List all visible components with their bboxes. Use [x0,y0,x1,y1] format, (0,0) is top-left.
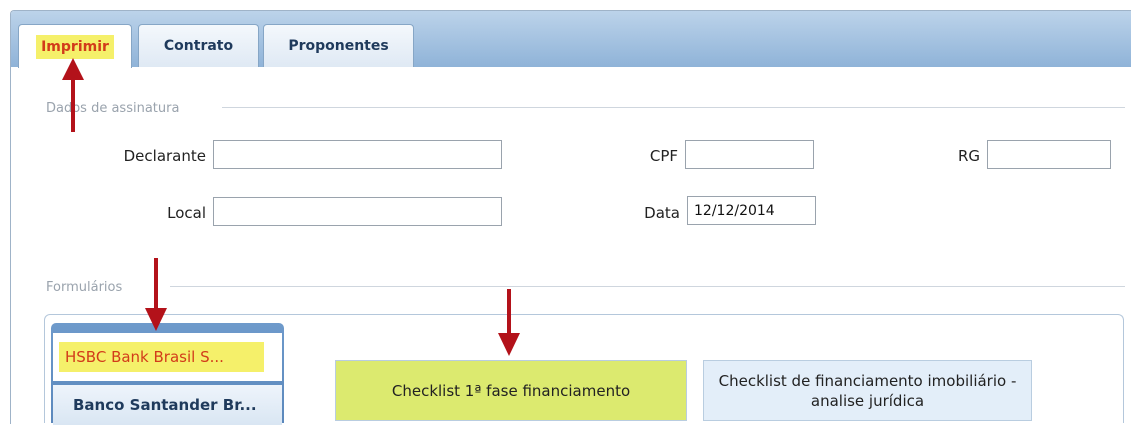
signature-legend-line [222,107,1125,108]
bank-tab-hsbc-label: HSBC Bank Brasil S... [59,342,264,372]
arrow-down-icon [498,289,520,356]
arrow-up-icon [62,58,84,132]
forms-legend-line [170,286,1125,287]
rg-input[interactable] [987,140,1111,169]
local-input[interactable] [213,197,502,226]
checklist-legal-analysis-button[interactable]: Checklist de financiamento imobiliário -… [703,360,1032,421]
forms-legend: Formulários [46,279,123,295]
arrow-down-icon [145,258,167,331]
tab-contrato[interactable]: Contrato [138,24,259,67]
tab-proponentes[interactable]: Proponentes [263,24,414,67]
data-label: Data [644,204,680,222]
tab-contrato-label: Contrato [163,38,234,54]
checklist-legal-analysis-label-line2: analise jurídica [810,391,925,410]
bank-tab-santander[interactable]: Banco Santander Br... [53,385,282,425]
rg-label: RG [957,147,980,165]
tab-imprimir-label: Imprimir [36,34,114,59]
data-input[interactable] [687,196,816,225]
checklist-first-phase-button[interactable]: Checklist 1ª fase financiamento [335,360,687,421]
bank-tab-santander-label: Banco Santander Br... [73,396,257,414]
checklist-first-phase-label: Checklist 1ª fase financiamento [391,381,631,400]
local-label: Local [167,204,206,222]
cpf-label: CPF [649,147,678,165]
bank-tab-hsbc[interactable]: HSBC Bank Brasil S... [53,333,282,381]
cpf-input[interactable] [685,140,814,169]
declarante-input[interactable] [213,140,502,169]
tab-proponentes-label: Proponentes [288,38,389,54]
checklist-legal-analysis-label-line1: Checklist de financiamento imobiliário - [718,371,1017,390]
declarante-label: Declarante [123,147,206,165]
